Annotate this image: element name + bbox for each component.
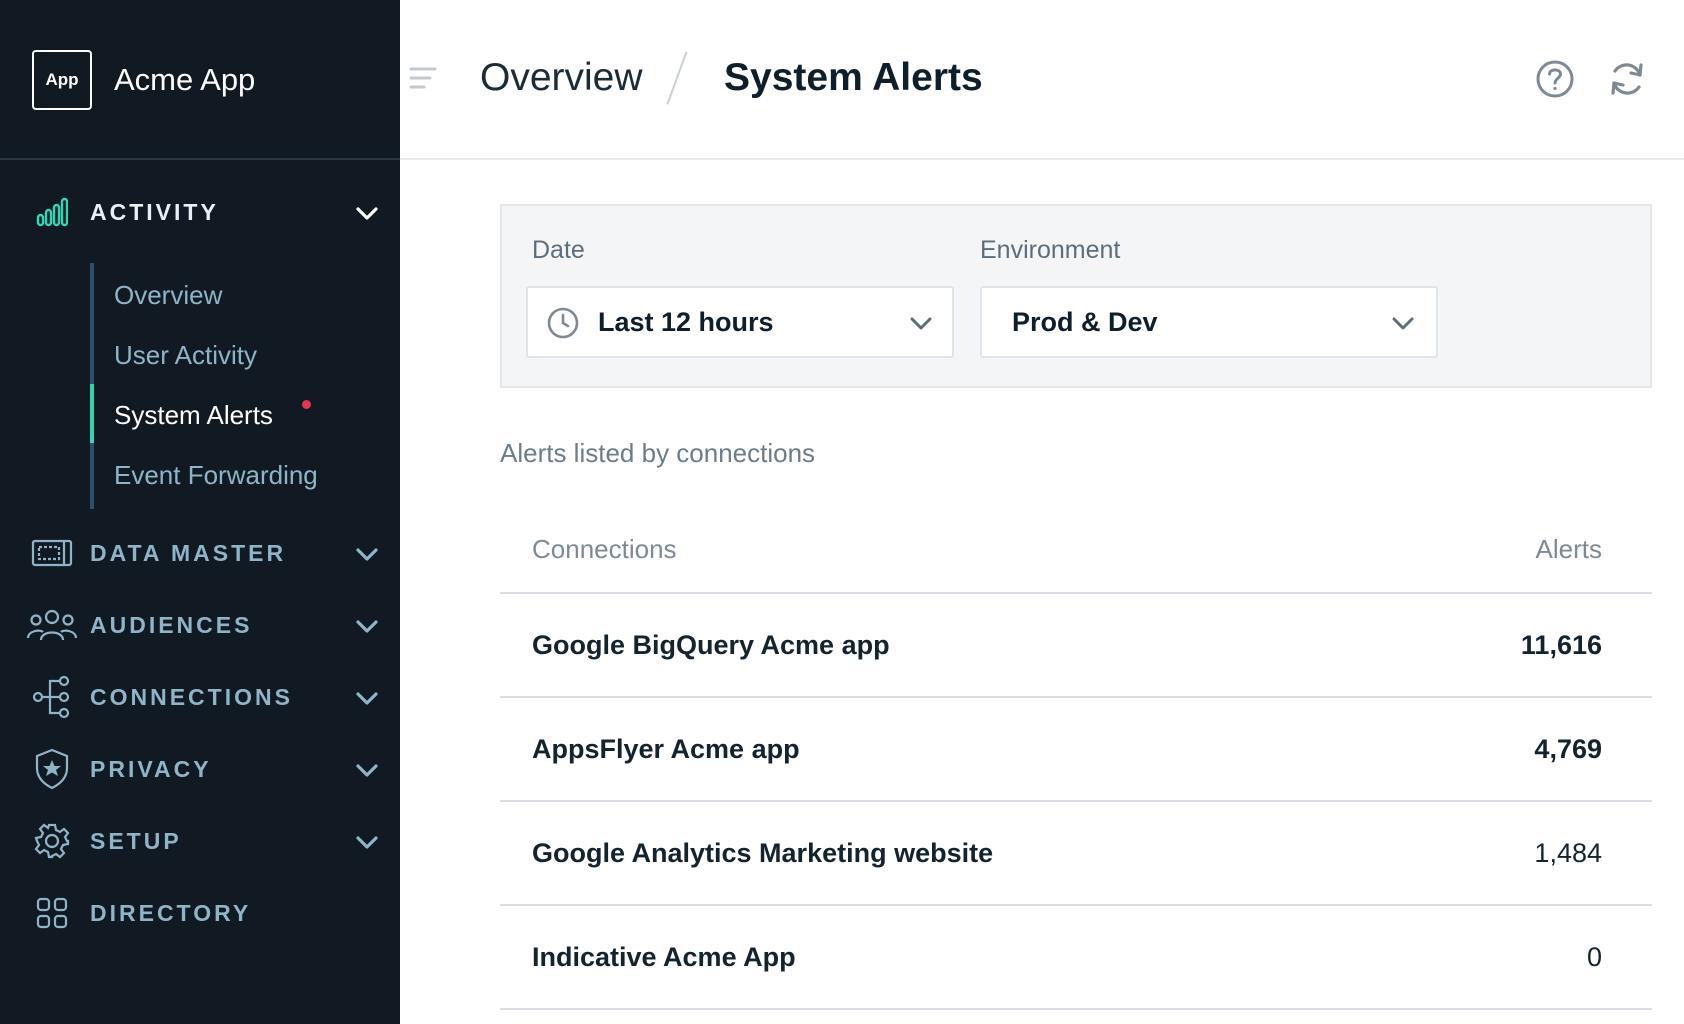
gear-icon bbox=[24, 819, 80, 863]
nav-label-activity: ACTIVITY bbox=[90, 198, 219, 225]
table-caption: Alerts listed by connections bbox=[500, 438, 816, 468]
nav-section-setup[interactable]: SETUP bbox=[0, 809, 400, 873]
alert-count: 0 bbox=[1586, 941, 1602, 972]
chevron-down-icon[interactable] bbox=[352, 683, 382, 713]
nav-label-directory: DIRECTORY bbox=[90, 899, 252, 926]
filter-panel: Date Last 12 hours Environment Prod & De… bbox=[500, 204, 1652, 388]
chevron-up-icon[interactable] bbox=[352, 198, 382, 228]
environment-filter-label: Environment bbox=[980, 236, 1121, 264]
column-header-alerts[interactable]: Alerts bbox=[1536, 534, 1602, 565]
table-row[interactable]: Indicative Acme App 0 bbox=[500, 906, 1652, 1010]
app-name: Acme App bbox=[114, 62, 256, 97]
privacy-shield-icon bbox=[24, 747, 80, 791]
nav-section-activity[interactable]: ACTIVITY bbox=[0, 180, 400, 244]
page-title: System Alerts bbox=[724, 56, 983, 99]
breadcrumb-parent[interactable]: Overview bbox=[480, 54, 643, 102]
alert-count: 1,484 bbox=[1534, 837, 1602, 868]
sidebar-item-user-activity[interactable]: User Activity bbox=[114, 335, 257, 375]
connection-name[interactable]: AppsFlyer Acme app bbox=[532, 698, 800, 800]
nav-label-audiences: AUDIENCES bbox=[90, 611, 253, 638]
alert-count: 4,769 bbox=[1534, 733, 1602, 764]
chevron-down-icon[interactable] bbox=[352, 827, 382, 857]
menu-toggle-icon[interactable] bbox=[408, 64, 438, 92]
chevron-down-icon bbox=[910, 317, 932, 330]
table-row[interactable]: Google BigQuery Acme app 11,616 bbox=[500, 594, 1652, 698]
date-filter-label: Date bbox=[532, 236, 585, 264]
table-row[interactable]: Google Analytics Marketing website 1,484 bbox=[500, 802, 1652, 906]
chevron-down-icon bbox=[1392, 317, 1414, 330]
submenu-active-indicator bbox=[90, 384, 94, 443]
connection-name[interactable]: Google Analytics Marketing website bbox=[532, 802, 993, 904]
header: Overview System Alerts bbox=[400, 0, 1684, 160]
date-select-value: Last 12 hours bbox=[598, 306, 774, 337]
nav-section-directory[interactable]: DIRECTORY bbox=[0, 881, 400, 945]
connections-icon bbox=[24, 675, 80, 719]
directory-grid-icon bbox=[24, 891, 80, 935]
nav-section-privacy[interactable]: PRIVACY bbox=[0, 737, 400, 801]
brand: App Acme App bbox=[0, 0, 400, 160]
chevron-down-icon[interactable] bbox=[352, 539, 382, 569]
breadcrumb-separator bbox=[666, 51, 688, 105]
sidebar: App Acme App ACTIVITY Overview User Acti… bbox=[0, 0, 400, 1024]
connection-name[interactable]: Indicative Acme App bbox=[532, 906, 796, 1008]
sidebar-item-overview[interactable]: Overview bbox=[114, 275, 222, 315]
sidebar-item-event-forwarding[interactable]: Event Forwarding bbox=[114, 455, 318, 495]
nav-label-setup: SETUP bbox=[90, 827, 182, 854]
alert-dot bbox=[302, 400, 311, 409]
refresh-icon[interactable] bbox=[1606, 58, 1648, 100]
environment-select[interactable]: Prod & Dev bbox=[980, 286, 1438, 358]
nav-label-privacy: PRIVACY bbox=[90, 755, 212, 782]
table-header-row: Connections Alerts bbox=[500, 520, 1652, 594]
chevron-down-icon[interactable] bbox=[352, 611, 382, 641]
help-icon[interactable] bbox=[1534, 58, 1576, 100]
app-logo[interactable]: App bbox=[32, 50, 92, 110]
date-select[interactable]: Last 12 hours bbox=[526, 286, 954, 358]
nav-section-data-master[interactable]: DATA MASTER bbox=[0, 521, 400, 585]
alert-count: 11,616 bbox=[1520, 629, 1602, 660]
data-master-icon bbox=[24, 531, 80, 575]
nav-section-audiences[interactable]: AUDIENCES bbox=[0, 593, 400, 657]
connection-name[interactable]: Google BigQuery Acme app bbox=[532, 594, 890, 696]
environment-select-value: Prod & Dev bbox=[1012, 306, 1158, 337]
nav-section-connections[interactable]: CONNECTIONS bbox=[0, 665, 400, 729]
nav-label-data-master: DATA MASTER bbox=[90, 539, 287, 566]
bar-chart-icon bbox=[24, 190, 80, 234]
table-row[interactable]: AppsFlyer Acme app 4,769 bbox=[500, 698, 1652, 802]
nav-label-connections: CONNECTIONS bbox=[90, 683, 293, 710]
sidebar-item-system-alerts[interactable]: System Alerts bbox=[114, 395, 273, 435]
chevron-down-icon[interactable] bbox=[352, 755, 382, 785]
alerts-table: Connections Alerts Google BigQuery Acme … bbox=[500, 520, 1652, 1010]
column-header-connections[interactable]: Connections bbox=[532, 534, 677, 565]
clock-icon bbox=[547, 307, 579, 339]
audiences-icon bbox=[24, 603, 80, 647]
